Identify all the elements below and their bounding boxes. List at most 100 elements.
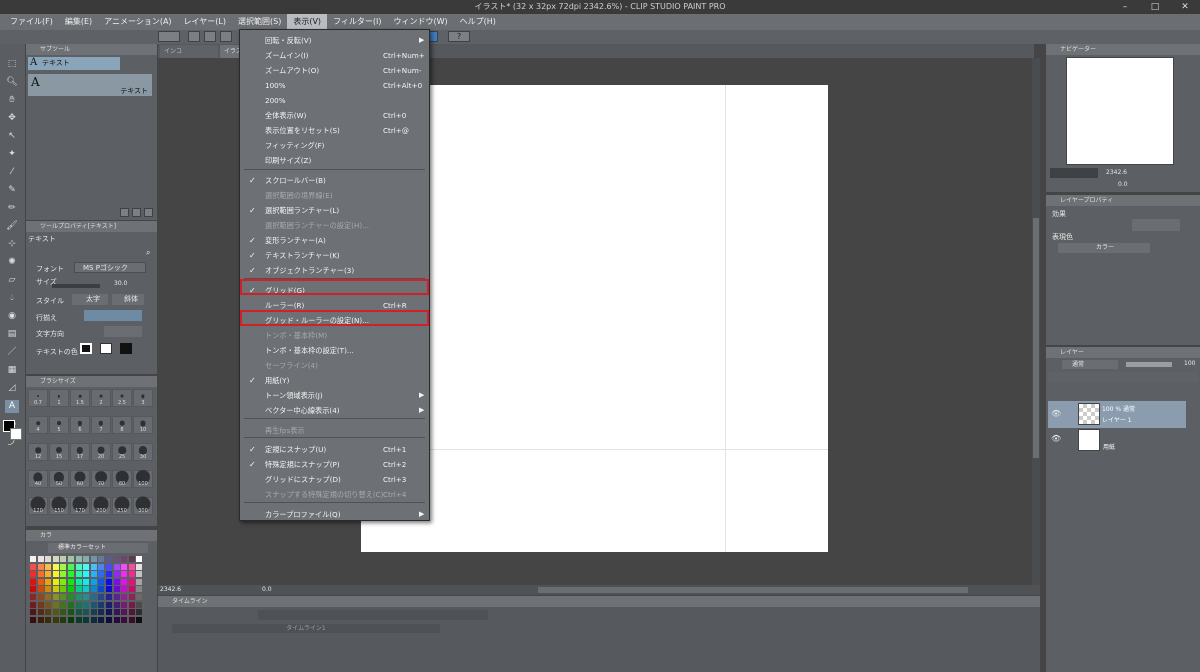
color-swatch[interactable] xyxy=(121,594,128,600)
color-set-tab[interactable]: カラ xyxy=(26,530,157,541)
color-swatch[interactable] xyxy=(75,556,82,562)
color-swatch[interactable] xyxy=(113,578,120,585)
search-icon[interactable]: ⌕ xyxy=(146,248,150,258)
color-swatch[interactable] xyxy=(52,594,59,600)
color-swatch[interactable] xyxy=(98,571,105,578)
color-swatch[interactable] xyxy=(37,571,44,578)
color-swatch[interactable] xyxy=(113,601,120,608)
brush-size-cell[interactable]: 40 xyxy=(28,470,48,488)
color-swatch[interactable] xyxy=(98,563,105,570)
airbrush-tool-icon[interactable]: ⊹ xyxy=(5,238,19,251)
color-swatch[interactable] xyxy=(30,609,36,616)
size-value[interactable]: 30.0 xyxy=(114,280,127,287)
color-swatch[interactable] xyxy=(60,556,67,562)
color-swatch[interactable] xyxy=(90,601,97,608)
color-swatch[interactable] xyxy=(37,563,44,570)
color-swatch[interactable] xyxy=(68,609,74,616)
timeline-controls[interactable] xyxy=(258,610,488,620)
color-swatch[interactable] xyxy=(83,578,90,585)
brush-size-cell[interactable]: 15 xyxy=(49,443,69,461)
color-swatch[interactable] xyxy=(90,616,97,623)
color-swatch[interactable] xyxy=(45,578,52,585)
color-swatch[interactable] xyxy=(106,586,112,593)
view-menu-item[interactable]: 印刷サイズ(Z) xyxy=(240,153,429,168)
brush-size-cell[interactable]: 30 xyxy=(133,443,153,461)
color-swatch[interactable] xyxy=(90,586,97,593)
color-swatch[interactable] xyxy=(136,616,143,623)
color-swatch[interactable] xyxy=(113,616,120,623)
align-buttons[interactable] xyxy=(84,310,142,321)
color-swatch[interactable] xyxy=(83,609,90,616)
color-swatch[interactable] xyxy=(30,616,36,623)
minimize-icon[interactable]: – xyxy=(1110,0,1140,14)
maximize-icon[interactable]: □ xyxy=(1140,0,1170,14)
pen-tool-icon[interactable]: ✎ xyxy=(5,184,19,197)
vertical-scrollbar[interactable] xyxy=(1032,58,1040,585)
menu-item[interactable]: アニメーション(A) xyxy=(98,14,177,30)
color-swatch[interactable] xyxy=(121,563,128,570)
ruler-tool-icon[interactable]: ◿ xyxy=(5,382,19,395)
view-menu-item[interactable]: 100% Ctrl+Alt+0 xyxy=(240,78,429,93)
color-swatch[interactable] xyxy=(106,563,112,570)
menu-item[interactable]: 選択範囲(S) xyxy=(232,14,287,30)
zoom-tool-icon[interactable]: 🔍︎ xyxy=(5,76,19,89)
color-swatch[interactable] xyxy=(90,556,97,562)
color-swatch[interactable] xyxy=(136,556,143,562)
brush-size-cell[interactable]: 250 xyxy=(112,496,132,515)
brush-size-cell[interactable]: 5 xyxy=(49,416,69,434)
brush-size-cell[interactable]: 12 xyxy=(28,443,48,461)
menu-item[interactable]: 編集(E) xyxy=(59,14,98,30)
font-select[interactable]: MS Pゴシック xyxy=(74,262,146,273)
color-swatch[interactable] xyxy=(121,571,128,578)
color-swatch[interactable] xyxy=(121,556,128,562)
bold-button[interactable]: 太字 xyxy=(72,294,108,305)
color-swatch[interactable] xyxy=(60,578,67,585)
color-swatch[interactable] xyxy=(45,563,52,570)
opacity-slider[interactable] xyxy=(1126,362,1172,367)
color-set-select[interactable]: 標準カラーセット xyxy=(48,543,148,553)
color-swatch[interactable] xyxy=(37,601,44,608)
brush-size-cell[interactable]: 120 xyxy=(28,496,48,515)
brush-size-cell[interactable]: 17 xyxy=(70,443,90,461)
view-menu-item[interactable]: ✓ 定規にスナップ(U) Ctrl+1 xyxy=(240,442,429,457)
color-swatch[interactable] xyxy=(30,556,36,562)
clip-studio-icon[interactable] xyxy=(158,31,180,42)
color-swatch[interactable] xyxy=(98,609,105,616)
color-swatch[interactable] xyxy=(98,556,105,562)
color-swatch[interactable] xyxy=(113,586,120,593)
color-swatch[interactable] xyxy=(98,601,105,608)
view-menu-item[interactable]: 回転・反転(V) ▶ xyxy=(240,33,429,48)
color-swatch[interactable] xyxy=(98,594,105,600)
color-swatch[interactable] xyxy=(60,609,67,616)
navigator-zoom[interactable]: 2342.6 xyxy=(1106,169,1127,176)
status-zoom[interactable]: 2342.6 xyxy=(160,586,181,593)
color-swatch[interactable] xyxy=(90,571,97,578)
view-menu-item[interactable]: ✓ オブジェクトランチャー(3) xyxy=(240,263,429,278)
sub-color-swatch[interactable] xyxy=(10,428,22,440)
brush-tool-icon[interactable]: 🖌︎ xyxy=(5,220,19,233)
text-tool-icon[interactable]: A xyxy=(5,400,19,413)
color-swatch[interactable] xyxy=(128,556,135,562)
eyedropper-tool-icon[interactable]: ⁄ xyxy=(5,166,19,179)
color-swatch[interactable] xyxy=(121,616,128,623)
brush-size-cell[interactable]: 300 xyxy=(133,496,153,515)
color-swatch[interactable] xyxy=(75,594,82,600)
brush-size-cell[interactable]: 170 xyxy=(70,496,90,515)
layer-row[interactable]: 👁︎ 用紙 xyxy=(1048,428,1186,452)
size-slider[interactable] xyxy=(52,284,100,288)
display-color-select[interactable]: カラー xyxy=(1058,243,1150,253)
color-swatch[interactable] xyxy=(90,563,97,570)
brush-size-cell[interactable]: 100 xyxy=(133,470,153,488)
color-swatch[interactable] xyxy=(136,571,143,578)
eye-icon[interactable]: 👁︎ xyxy=(1051,409,1061,418)
view-menu-item[interactable]: ベクター中心線表示(4) ▶ xyxy=(240,403,429,418)
color-swatch[interactable] xyxy=(45,594,52,600)
color-swatch[interactable] xyxy=(68,594,74,600)
select-tool-icon[interactable]: ⬚ xyxy=(5,58,19,71)
color-swatch[interactable] xyxy=(75,578,82,585)
brush-size-cell[interactable]: 1 xyxy=(49,389,69,407)
effect-buttons[interactable] xyxy=(1132,219,1180,231)
color-swatch[interactable] xyxy=(75,563,82,570)
color-swatch[interactable] xyxy=(52,609,59,616)
horizontal-scrollbar[interactable] xyxy=(538,587,968,593)
